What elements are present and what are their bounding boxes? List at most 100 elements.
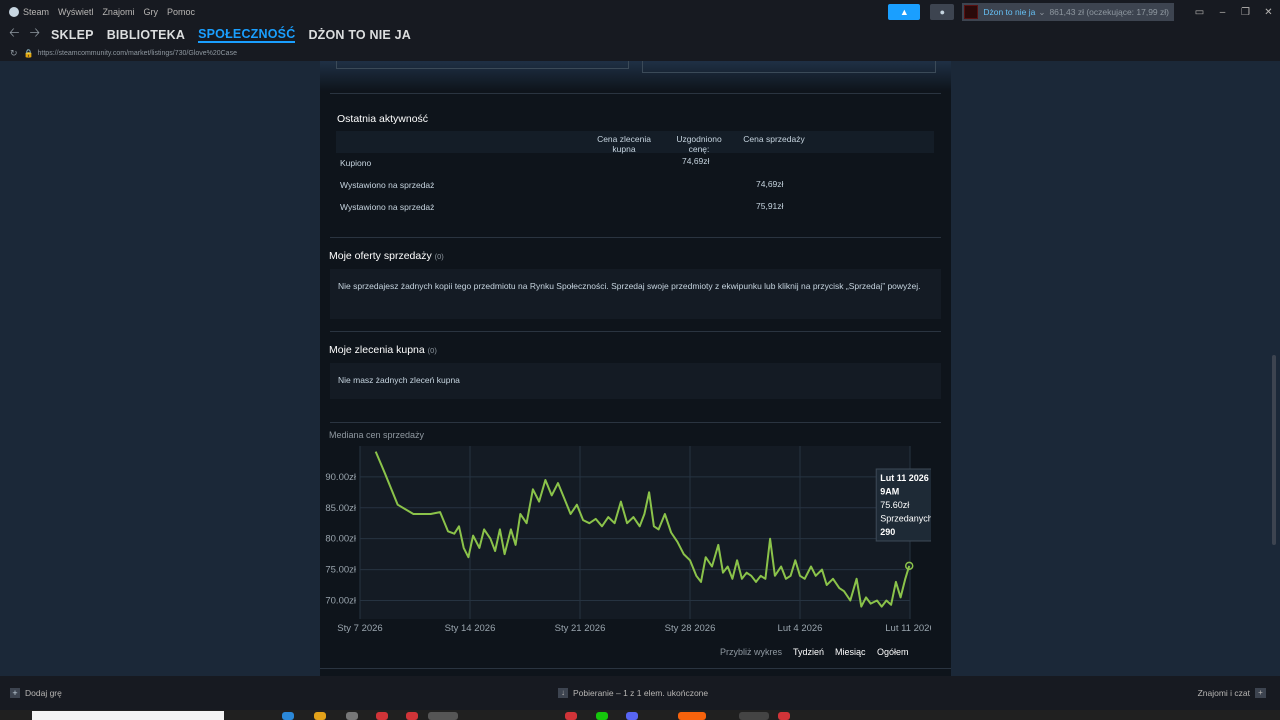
- taskbar-app-icon[interactable]: [346, 712, 358, 720]
- chart-tooltip-line: 75.60zł: [880, 500, 909, 510]
- chat-icon: +: [1255, 688, 1266, 698]
- page-background-left: [0, 61, 320, 676]
- divider: [330, 422, 941, 423]
- bell-icon: ●: [939, 7, 946, 17]
- activity-row-sell: 75,91zł: [756, 201, 784, 211]
- taskbar-app-icon[interactable]: [626, 712, 638, 720]
- buy-orders-count: (0): [427, 346, 437, 355]
- chart-x-tick-label: Sty 21 2026: [555, 623, 606, 634]
- menu-steam[interactable]: Steam: [9, 7, 49, 17]
- chevron-down-icon: ⌄: [1038, 6, 1046, 17]
- market-listing-content: Ostatnia aktywność Cena zlecenia kupna U…: [320, 61, 951, 676]
- chart-tooltip-line: 290: [880, 527, 895, 537]
- menu-friends[interactable]: Znajomi: [102, 7, 134, 17]
- chart-x-tick-label: Sty 14 2026: [445, 623, 496, 634]
- chart-zoom-controls: Przybliż wykres: [720, 647, 782, 657]
- chart-y-tick-label: 85.00zł: [325, 503, 357, 514]
- header-buy-order-price: Cena zlecenia kupna: [597, 134, 651, 154]
- menu-view[interactable]: Wyświetl: [58, 7, 93, 17]
- taskbar-app-icon[interactable]: [565, 712, 577, 720]
- top-menu: Steam Wyświetl Znajomi Gry Pomoc: [0, 7, 195, 17]
- divider: [330, 93, 941, 94]
- url-bar: ↻ 🔒 https://steamcommunity.com/market/li…: [0, 46, 1280, 61]
- taskbar-app-icon[interactable]: [428, 712, 458, 720]
- downloads-status[interactable]: ↓ Pobieranie – 1 z 1 elem. ukończone: [558, 688, 708, 698]
- activity-row: Kupiono 74,69zł: [336, 154, 934, 176]
- buy-orders-box: Nie masz żadnych zleceń kupna: [330, 363, 941, 399]
- menu-help[interactable]: Pomoc: [167, 7, 195, 17]
- taskbar-app-icon[interactable]: [406, 712, 418, 720]
- zoom-week-label: Tydzień: [793, 647, 825, 657]
- taskbar-app-icon[interactable]: [678, 712, 706, 720]
- friends-chat-button[interactable]: Znajomi i czat +: [1198, 688, 1266, 698]
- menu-steam-label: Steam: [23, 7, 50, 17]
- chart-x-tick-label: Sty 28 2026: [665, 623, 716, 634]
- taskbar-app-icon[interactable]: [282, 712, 294, 720]
- page-scrollbar[interactable]: [1272, 355, 1276, 545]
- announcements-button[interactable]: ▲: [888, 4, 921, 20]
- taskbar-app-icon[interactable]: [376, 712, 388, 720]
- download-status-text: Pobieranie – 1 z 1 elem. ukończone: [573, 688, 709, 698]
- divider: [320, 668, 951, 669]
- page-url[interactable]: https://steamcommunity.com/market/listin…: [38, 50, 237, 57]
- minimize-icon[interactable]: –: [1211, 7, 1234, 18]
- chart-plot-background: [360, 446, 910, 619]
- activity-table-header: Cena zlecenia kupna Uzgodniono cenę: Cen…: [336, 131, 934, 154]
- maximize-icon[interactable]: ❐: [1234, 7, 1257, 18]
- os-taskbar: [0, 710, 1280, 720]
- lock-icon: 🔒: [23, 49, 34, 58]
- taskbar-steam-icon[interactable]: [739, 712, 769, 720]
- reload-icon[interactable]: ↻: [10, 48, 18, 59]
- chart-x-tick-label: Lut 11 2026: [885, 623, 931, 634]
- activity-row: Wystawiono na sprzedaż 74,69zł: [336, 176, 934, 198]
- activity-table: Cena zlecenia kupna Uzgodniono cenę: Cen…: [336, 131, 934, 217]
- chart-y-tick-label: 90.00zł: [325, 472, 357, 483]
- nav-library[interactable]: BIBLIOTEKA: [107, 28, 185, 42]
- taskbar-app-icon[interactable]: [314, 712, 326, 720]
- chart-y-tick-label: 75.00zł: [325, 565, 357, 576]
- taskbar-app-icon[interactable]: [778, 712, 790, 720]
- chart-x-tick-label: Sty 7 2026: [337, 623, 382, 634]
- megaphone-icon: ▲: [899, 7, 909, 17]
- activity-row-sell: 74,69zł: [756, 179, 784, 189]
- taskbar-search[interactable]: [32, 711, 224, 720]
- zoom-all-link[interactable]: Ogółem: [877, 647, 909, 657]
- divider: [330, 237, 941, 238]
- zoom-month-link[interactable]: Miesiąc: [835, 647, 866, 657]
- activity-row: Wystawiono na sprzedaż 75,91zł: [336, 198, 934, 220]
- menu-games[interactable]: Gry: [143, 7, 158, 17]
- add-game-button[interactable]: + Dodaj grę: [10, 688, 62, 698]
- zoom-month-label: Miesiąc: [835, 647, 866, 657]
- steam-logo-icon: [9, 7, 19, 17]
- nav-community[interactable]: SPOŁECZNOŚĆ: [198, 27, 296, 43]
- buy-orders-title-text: Moje zlecenia kupna: [329, 344, 425, 356]
- activity-row-label: Kupiono: [340, 158, 372, 168]
- chart-tooltip-line: Lut 11 2026: [880, 473, 929, 483]
- big-picture-icon[interactable]: ▭: [1188, 7, 1211, 18]
- chart-y-tick-label: 80.00zł: [325, 534, 357, 545]
- zoom-label: Przybliż wykres: [720, 647, 783, 657]
- back-arrow-icon[interactable]: 🡠: [9, 24, 20, 46]
- main-nav: 🡠 🡢 SKLEP BIBLIOTEKA SPOŁECZNOŚĆ DŻON TO…: [0, 24, 1280, 46]
- chart-y-tick-label: 70.00zł: [325, 595, 357, 606]
- nav-profile[interactable]: DŻON TO NIE JA: [308, 28, 411, 42]
- divider: [330, 331, 941, 332]
- close-icon[interactable]: ✕: [1257, 7, 1280, 18]
- add-game-label: Dodaj grę: [25, 688, 62, 698]
- account-menu[interactable]: Dżon to nie ja ⌄ 861,43 zł (oczekujące: …: [962, 3, 1174, 21]
- window-titlebar: Steam Wyświetl Znajomi Gry Pomoc ▲ ● Dżo…: [0, 0, 1280, 24]
- wallet-balance: 861,43 zł (oczekujące: 17,99 zł): [1049, 7, 1169, 17]
- friends-chat-label: Znajomi i czat: [1197, 688, 1250, 698]
- notifications-button[interactable]: ●: [930, 4, 955, 20]
- taskbar-app-icon[interactable]: [596, 712, 608, 720]
- avatar: [964, 5, 979, 19]
- zoom-week-link[interactable]: Tydzień: [793, 647, 824, 657]
- forward-arrow-icon[interactable]: 🡢: [30, 24, 41, 46]
- account-name: Dżon to nie ja: [983, 7, 1036, 17]
- page-background-right: [951, 61, 1280, 676]
- status-bar: + Dodaj grę ↓ Pobieranie – 1 z 1 elem. u…: [0, 676, 1280, 710]
- nav-store[interactable]: SKLEP: [51, 28, 94, 42]
- price-history-chart[interactable]: Mediana cen sprzedaży 90.00zł 85.00zł 80.0…: [325, 430, 941, 670]
- item-panel-left: [336, 61, 629, 69]
- sell-listings-title-text: Moje oferty sprzedaży: [329, 250, 432, 262]
